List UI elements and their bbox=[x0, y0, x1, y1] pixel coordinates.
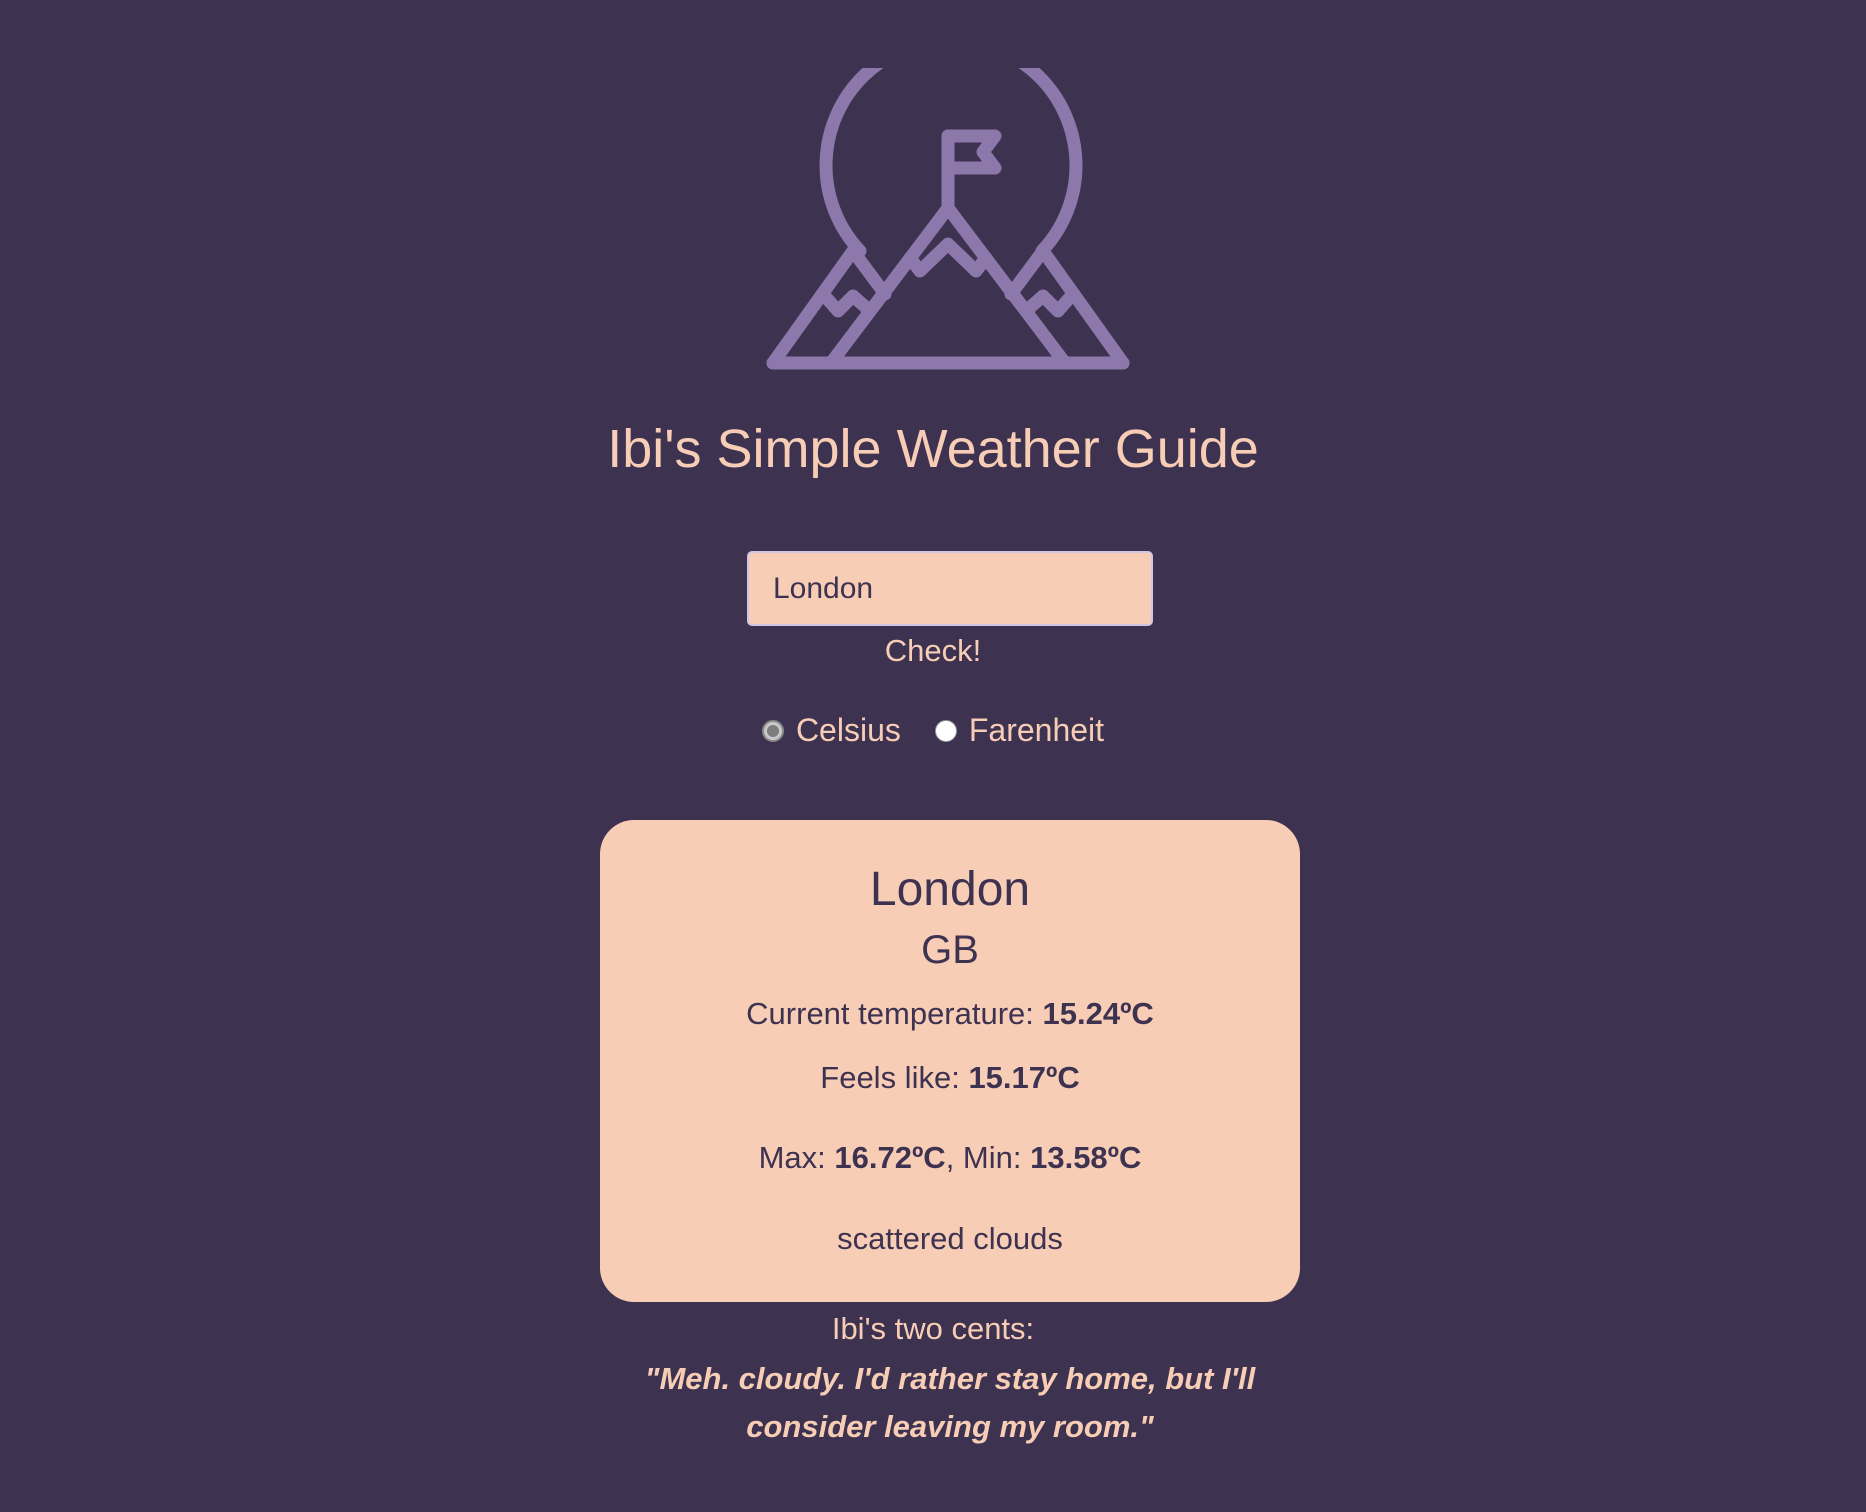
farenheit-label: Farenheit bbox=[968, 712, 1105, 748]
celsius-option[interactable]: Celsius bbox=[761, 712, 901, 749]
min-value: 13.58ºC bbox=[1030, 1140, 1142, 1175]
max-value: 16.72ºC bbox=[834, 1140, 946, 1175]
feels-like-value: 15.17ºC bbox=[968, 1060, 1080, 1095]
current-temperature-label: Current temperature: bbox=[746, 996, 1043, 1031]
page-title: Ibi's Simple Weather Guide bbox=[607, 419, 1259, 479]
current-temperature: Current temperature: 15.24ºC bbox=[600, 996, 1300, 1032]
unit-selector: Celsius Farenheit bbox=[0, 712, 1866, 749]
max-min-temperature: Max: 16.72ºC, Min: 13.58ºC bbox=[600, 1140, 1300, 1176]
min-label: , Min: bbox=[945, 1140, 1031, 1175]
mountain-flag-icon bbox=[766, 68, 1130, 370]
check-button[interactable]: Check! bbox=[0, 633, 1866, 669]
feels-like: Feels like: 15.17ºC bbox=[600, 1060, 1300, 1096]
celsius-label: Celsius bbox=[795, 712, 901, 748]
farenheit-radio[interactable] bbox=[934, 719, 957, 742]
max-label: Max: bbox=[758, 1140, 835, 1175]
celsius-radio[interactable] bbox=[761, 719, 784, 742]
two-cents-label: Ibi's two cents: bbox=[831, 1311, 1035, 1346]
weather-card: London GB Current temperature: 15.24ºC F… bbox=[600, 820, 1300, 1302]
farenheit-option[interactable]: Farenheit bbox=[934, 712, 1105, 749]
current-temperature-value: 15.24ºC bbox=[1042, 996, 1154, 1031]
weather-page: Ibi's Simple Weather Guide Check! Celsiu… bbox=[0, 0, 1866, 1512]
country-code: GB bbox=[921, 928, 979, 972]
city-name: London bbox=[869, 863, 1031, 916]
advice-quote: "Meh. cloudy. I'd rather stay home, but … bbox=[644, 1361, 1256, 1444]
weather-description: scattered clouds bbox=[837, 1221, 1063, 1256]
feels-like-label: Feels like: bbox=[820, 1060, 969, 1095]
city-search-input[interactable] bbox=[747, 551, 1153, 626]
